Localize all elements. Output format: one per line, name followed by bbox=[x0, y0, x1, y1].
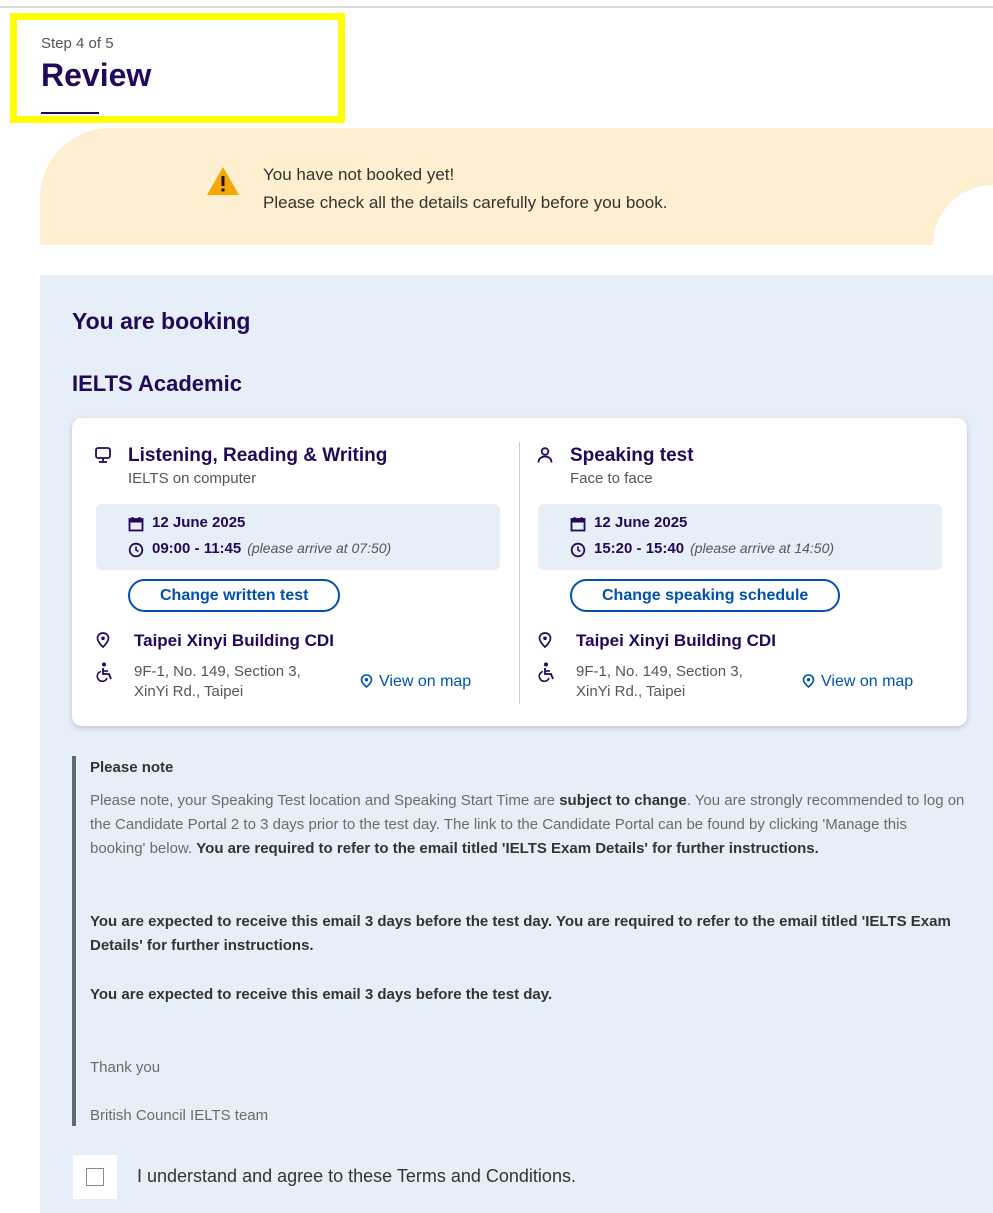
note-paragraph-3: You are expected to receive this email 3… bbox=[90, 986, 553, 1003]
page-title: Review bbox=[41, 57, 152, 93]
terms-checkbox-container[interactable] bbox=[73, 1155, 117, 1199]
written-venue-name: Taipei Xinyi Building CDI bbox=[134, 631, 334, 650]
written-date-time-box: 12 June 2025 09:00 - 11:45 (please arrive… bbox=[96, 504, 500, 570]
clock-icon bbox=[128, 542, 144, 558]
speaking-venue-name: Taipei Xinyi Building CDI bbox=[576, 631, 776, 650]
person-icon bbox=[537, 447, 553, 463]
title-underline bbox=[41, 112, 99, 114]
test-details-card: Listening, Reading & Writing IELTS on co… bbox=[72, 418, 967, 726]
written-test-title: Listening, Reading & Writing bbox=[128, 445, 388, 466]
top-divider bbox=[0, 6, 993, 8]
product-name: IELTS Academic bbox=[72, 371, 242, 396]
calendar-icon bbox=[128, 517, 144, 532]
speaking-test-column: Speaking test Face to face 12 June 2025 … bbox=[514, 418, 954, 726]
change-speaking-schedule-button[interactable]: Change speaking schedule bbox=[570, 579, 841, 612]
note-paragraph-1: Please note, your Speaking Test location… bbox=[90, 789, 966, 861]
speaking-view-on-map-link[interactable]: View on map bbox=[802, 673, 913, 691]
warning-line-1: You have not booked yet! bbox=[263, 165, 455, 184]
calendar-icon bbox=[570, 517, 586, 532]
speaking-time-range: 15:20 - 15:40 bbox=[594, 540, 685, 557]
warning-line-2: Please check all the details carefully b… bbox=[263, 193, 668, 212]
written-test-column: Listening, Reading & Writing IELTS on co… bbox=[72, 418, 512, 726]
note-signature: British Council IELTS team bbox=[90, 1107, 269, 1124]
wheelchair-accessible-icon bbox=[96, 662, 112, 682]
speaking-arrive-time: (please arrive at 14:50) bbox=[690, 540, 835, 556]
please-note-section: Please note Please note, your Speaking T… bbox=[72, 756, 972, 1126]
change-written-test-button[interactable]: Change written test bbox=[128, 579, 341, 612]
terms-checkbox[interactable] bbox=[86, 1168, 104, 1186]
note-p1-emphasis: subject to change bbox=[559, 792, 687, 809]
written-arrive-time: (please arrive at 07:50) bbox=[247, 540, 392, 556]
wheelchair-accessible-icon bbox=[538, 662, 554, 682]
location-pin-icon bbox=[96, 632, 110, 648]
terms-label[interactable]: I understand and agree to these Terms an… bbox=[137, 1166, 576, 1187]
written-venue-address: 9F-1, No. 149, Section 3, XinYi Rd., Tai… bbox=[134, 663, 301, 700]
written-time-range: 09:00 - 11:45 bbox=[152, 540, 242, 557]
note-title: Please note bbox=[90, 759, 174, 776]
note-paragraph-2: You are expected to receive this email 3… bbox=[90, 913, 951, 954]
speaking-test-title: Speaking test bbox=[570, 445, 694, 466]
booking-heading: You are booking bbox=[72, 308, 251, 334]
speaking-venue-address: 9F-1, No. 149, Section 3, XinYi Rd., Tai… bbox=[576, 663, 743, 700]
written-test-time: 09:00 - 11:45 (please arrive at 07:50) bbox=[152, 540, 391, 557]
speaking-map-link-label: View on map bbox=[821, 673, 914, 690]
not-booked-warning-banner: You have not booked yet! Please check al… bbox=[40, 128, 993, 245]
speaking-test-date: 12 June 2025 bbox=[594, 514, 688, 531]
speaking-test-format: Face to face bbox=[570, 470, 653, 487]
location-pin-icon bbox=[538, 632, 552, 648]
speaking-test-time: 15:20 - 15:40 (please arrive at 14:50) bbox=[594, 540, 834, 557]
clock-icon bbox=[570, 542, 586, 558]
computer-icon bbox=[95, 447, 111, 463]
written-map-link-label: View on map bbox=[379, 673, 472, 690]
note-p1-text: Please note, your Speaking Test location… bbox=[90, 792, 560, 809]
booking-summary-panel: You are booking IELTS Academic Listening… bbox=[40, 275, 993, 1213]
map-pin-icon bbox=[360, 674, 373, 688]
step-indicator: Step 4 of 5 bbox=[41, 35, 114, 52]
warning-triangle-icon bbox=[207, 167, 239, 195]
speaking-date-time-box: 12 June 2025 15:20 - 15:40 (please arrive… bbox=[538, 504, 942, 570]
note-thanks: Thank you bbox=[90, 1059, 161, 1076]
map-pin-icon bbox=[802, 674, 815, 688]
step-header: Step 4 of 5 Review bbox=[10, 13, 345, 123]
written-test-format: IELTS on computer bbox=[128, 470, 257, 487]
note-p1-instruction: You are required to refer to the email t… bbox=[196, 840, 819, 857]
written-view-on-map-link[interactable]: View on map bbox=[360, 673, 471, 691]
written-test-date: 12 June 2025 bbox=[152, 514, 246, 531]
